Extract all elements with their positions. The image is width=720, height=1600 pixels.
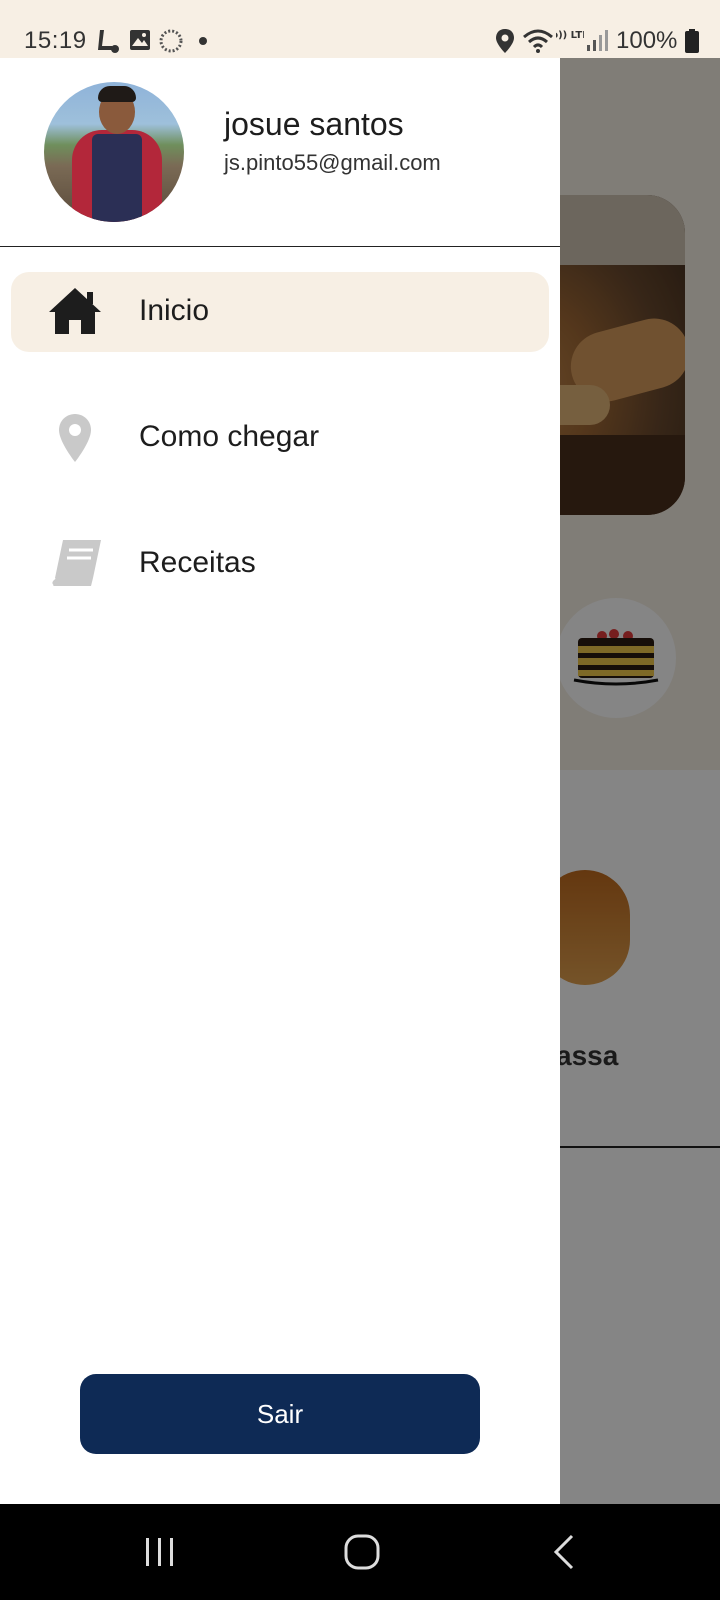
tasker-icon bbox=[98, 30, 119, 53]
navigation-drawer: josue santos js.pinto55@gmail.com Inicio… bbox=[0, 58, 560, 1504]
volte-icon: Vo)) LTE1 bbox=[556, 30, 584, 41]
map-pin-icon bbox=[59, 414, 91, 462]
wifi-icon bbox=[523, 29, 553, 53]
drawer-header: josue santos js.pinto55@gmail.com bbox=[0, 58, 560, 247]
status-bar: 15:19 Vo)) LTE1 100% bbox=[0, 0, 720, 58]
svg-text:Vo)) LTE1: Vo)) LTE1 bbox=[556, 30, 584, 41]
drawer-item-label: Inicio bbox=[139, 294, 210, 327]
battery-icon bbox=[685, 29, 699, 53]
book-icon bbox=[50, 540, 101, 587]
dot-icon bbox=[199, 37, 207, 45]
avatar bbox=[44, 82, 184, 222]
status-time: 15:19 bbox=[24, 27, 87, 54]
logout-button[interactable]: Sair bbox=[80, 1374, 480, 1454]
home-icon bbox=[49, 288, 101, 334]
user-name: josue santos bbox=[224, 106, 404, 142]
drawer-item-inicio[interactable]: Inicio bbox=[11, 272, 549, 352]
drawer-item-label: Receitas bbox=[139, 546, 256, 579]
battery-percentage: 100% bbox=[616, 27, 678, 54]
user-email: js.pinto55@gmail.com bbox=[224, 150, 441, 175]
signal-icon bbox=[587, 30, 608, 51]
drawer-item-label: Como chegar bbox=[139, 420, 320, 453]
home-circle-icon[interactable] bbox=[342, 1532, 382, 1572]
sync-icon bbox=[159, 29, 183, 53]
gallery-icon bbox=[130, 30, 150, 50]
recent-apps-icon[interactable] bbox=[144, 1532, 176, 1572]
drawer-item-como-chegar[interactable]: Como chegar bbox=[11, 398, 549, 478]
location-icon bbox=[496, 29, 514, 53]
system-nav-bar bbox=[0, 1504, 720, 1600]
drawer-item-receitas[interactable]: Receitas bbox=[11, 524, 549, 604]
back-icon[interactable] bbox=[550, 1532, 580, 1572]
